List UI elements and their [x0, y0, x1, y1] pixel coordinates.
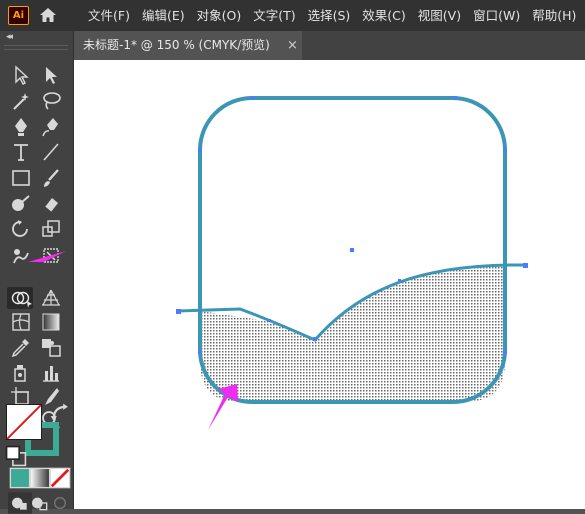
artwork-layer: [28, 96, 528, 430]
shape-builder-highlight-region[interactable]: [200, 264, 505, 402]
annotation-arrow-toolbar: [28, 251, 66, 262]
